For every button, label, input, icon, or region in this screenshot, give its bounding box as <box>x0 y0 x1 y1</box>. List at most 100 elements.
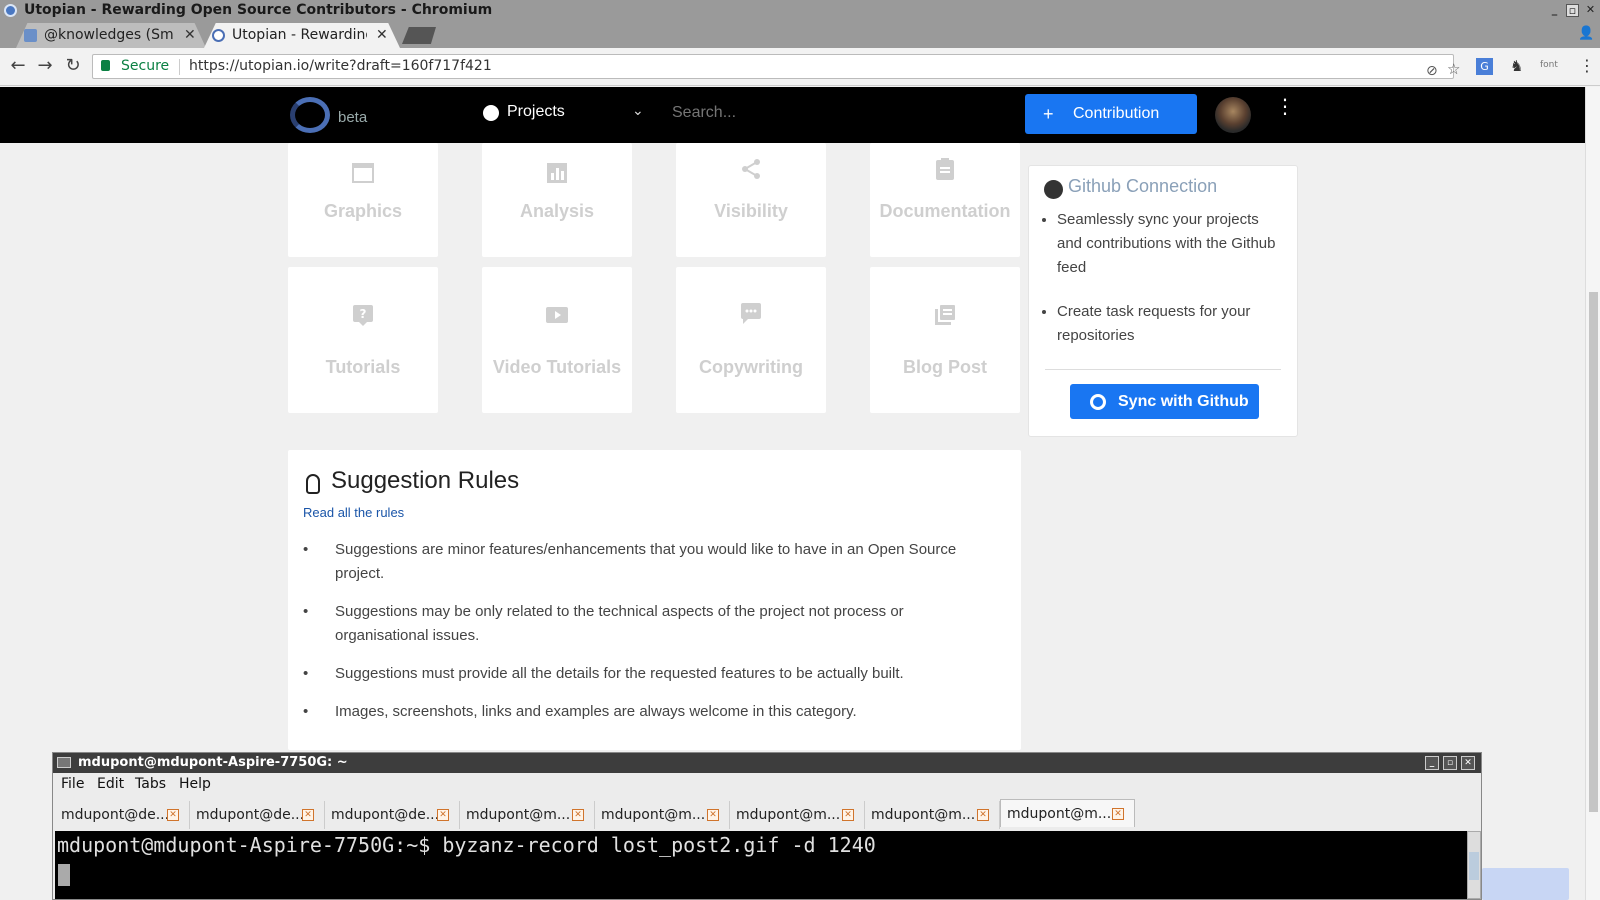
avatar[interactable] <box>1215 97 1251 133</box>
terminal-tab[interactable]: mdupont@de... ✕ <box>325 801 460 829</box>
terminal-tab[interactable]: mdupont@m... ✕ <box>730 801 865 829</box>
category-card-graphics[interactable]: Graphics <box>288 143 438 257</box>
floating-button[interactable] <box>1482 868 1569 900</box>
window-icon <box>352 163 374 183</box>
close-icon[interactable]: ✕ <box>1461 756 1475 770</box>
github-feature-list: Seamlessly sync your projects and contri… <box>1057 208 1287 368</box>
menu-icon[interactable]: ⋮ <box>1579 56 1595 75</box>
category-card-visibility[interactable]: Visibility <box>676 143 826 257</box>
menu-help[interactable]: Help <box>179 773 211 796</box>
contribution-button[interactable]: + Contribution <box>1025 94 1197 134</box>
close-icon[interactable]: ✕ <box>1584 4 1597 17</box>
profile-icon[interactable]: 👤 <box>1578 26 1594 41</box>
tab-label: mdupont@m... <box>466 807 571 823</box>
chevron-down-icon[interactable]: ⌄ <box>632 103 644 119</box>
terminal-tab[interactable]: mdupont@m... ✕ <box>460 801 595 829</box>
menu-edit[interactable]: Edit <box>97 773 124 796</box>
sync-label: Sync with Github <box>1118 393 1249 410</box>
github-panel-title: Github Connection <box>1068 176 1218 196</box>
translate-icon[interactable]: ⊘ <box>1426 60 1438 83</box>
tab-label: mdupont@m... <box>736 807 841 823</box>
chromium-icon <box>4 4 17 17</box>
tab-close-icon[interactable]: ✕ <box>184 23 196 48</box>
tab-close-icon[interactable]: ✕ <box>437 809 449 821</box>
tab-close-icon[interactable]: ✕ <box>1112 808 1124 820</box>
tab-close-icon[interactable]: ✕ <box>572 809 584 821</box>
category-label: Blog Post <box>903 357 987 377</box>
reload-icon[interactable]: ↻ <box>63 56 83 76</box>
list-item: Suggestions may be only related to the t… <box>303 600 983 648</box>
url-text[interactable]: https://utopian.io/write?draft=160f717f4… <box>189 55 492 78</box>
terminal-icon <box>57 757 71 768</box>
github-icon <box>1044 180 1063 199</box>
terminal-tab[interactable]: mdupont@m... ✕ <box>595 801 730 829</box>
tab-close-icon[interactable]: ✕ <box>167 809 179 821</box>
beta-label: beta <box>338 109 368 126</box>
terminal-tab[interactable]: mdupont@m... ✕ <box>865 801 1000 829</box>
divider <box>1045 369 1281 370</box>
category-card-documentation[interactable]: Documentation <box>870 143 1020 257</box>
browser-tab-knowledges[interactable]: @knowledges (Smil ✕ <box>16 23 206 48</box>
scrollbar-thumb[interactable] <box>1469 852 1479 880</box>
utopian-favicon-icon <box>212 29 225 42</box>
github-connection-panel: Github Connection Seamlessly sync your p… <box>1028 165 1298 437</box>
read-rules-link[interactable]: Read all the rules <box>303 505 404 520</box>
tab-label: Utopian - Rewarding <box>232 27 367 43</box>
translate-extension-icon[interactable]: G <box>1476 58 1493 75</box>
contribution-label: Contribution <box>1073 105 1160 122</box>
category-card-video-tutorials[interactable]: Video Tutorials <box>482 267 632 413</box>
scrollbar-thumb[interactable] <box>1589 292 1598 812</box>
terminal-output[interactable]: mdupont@mdupont-Aspire-7750G:~$ byzanz-r… <box>55 831 1467 899</box>
back-icon[interactable]: ← <box>8 56 28 76</box>
sync-github-button[interactable]: Sync with Github <box>1070 384 1259 419</box>
tab-label: mdupont@de... <box>61 807 170 823</box>
address-bar[interactable]: Secure https://utopian.io/write?draft=16… <box>92 54 1460 79</box>
maximize-icon[interactable]: ▫ <box>1443 756 1457 770</box>
terminal-tab-active[interactable]: mdupont@m... ✕ <box>1000 799 1135 827</box>
menu-tabs[interactable]: Tabs <box>135 773 166 796</box>
category-card-copywriting[interactable]: Copywriting <box>676 267 826 413</box>
category-label: Graphics <box>323 201 403 221</box>
category-card-blog-post[interactable]: Blog Post <box>870 267 1020 413</box>
forward-icon[interactable]: → <box>35 56 55 76</box>
tab-close-icon[interactable]: ✕ <box>376 23 388 48</box>
prompt-line: mdupont@mdupont-Aspire-7750G:~$ byzanz-r… <box>57 833 876 857</box>
terminal-title: mdupont@mdupont-Aspire-7750G: ~ <box>78 755 348 770</box>
site-navbar: beta Projects ⌄ + Contribution ⋮ <box>0 87 1585 143</box>
tab-close-icon[interactable]: ✕ <box>302 809 314 821</box>
more-menu-icon[interactable]: ⋮ <box>1275 96 1295 116</box>
tab-close-icon[interactable]: ✕ <box>977 809 989 821</box>
maximize-icon[interactable]: ▫ <box>1566 4 1579 17</box>
window-titlebar: Utopian - Rewarding Open Source Contribu… <box>0 0 1600 21</box>
library-icon <box>935 305 955 325</box>
tab-close-icon[interactable]: ✕ <box>707 809 719 821</box>
extension-icon[interactable]: ♞ <box>1510 57 1523 75</box>
category-card-analysis[interactable]: Analysis <box>482 143 632 257</box>
bookmark-star-icon[interactable]: ☆ <box>1447 58 1460 81</box>
utopian-logo-icon[interactable] <box>290 97 330 133</box>
category-label: Tutorials <box>325 357 401 377</box>
terminal-tab[interactable]: mdupont@de... ✕ <box>190 801 325 829</box>
terminal-tab[interactable]: mdupont@de... ✕ <box>55 801 190 829</box>
terminal-window: mdupont@mdupont-Aspire-7750G: ~ _ ▫ ✕ Fi… <box>52 752 1482 900</box>
minimize-icon[interactable]: _ <box>1425 756 1439 770</box>
rules-list: Suggestions are minor features/enhanceme… <box>303 538 983 738</box>
bar-chart-icon <box>547 163 567 183</box>
new-tab-button[interactable] <box>402 27 436 44</box>
tab-label: mdupont@m... <box>871 807 976 823</box>
github-icon <box>483 105 499 121</box>
font-extension-icon[interactable]: font <box>1540 60 1558 70</box>
page-scrollbar[interactable] <box>1585 87 1600 900</box>
browser-tab-utopian[interactable]: Utopian - Rewarding ✕ <box>204 23 400 48</box>
projects-selector[interactable]: Projects <box>507 103 565 121</box>
lightbulb-icon <box>306 474 320 494</box>
tab-close-icon[interactable]: ✕ <box>842 809 854 821</box>
category-card-tutorials[interactable]: ? Tutorials <box>288 267 438 413</box>
category-label: Visibility <box>714 201 788 221</box>
terminal-scrollbar[interactable] <box>1467 831 1481 899</box>
video-icon <box>546 307 568 323</box>
github-icon <box>1090 394 1106 410</box>
search-input[interactable] <box>672 104 972 122</box>
minimize-icon[interactable]: _ <box>1548 4 1561 17</box>
menu-file[interactable]: File <box>61 773 84 796</box>
